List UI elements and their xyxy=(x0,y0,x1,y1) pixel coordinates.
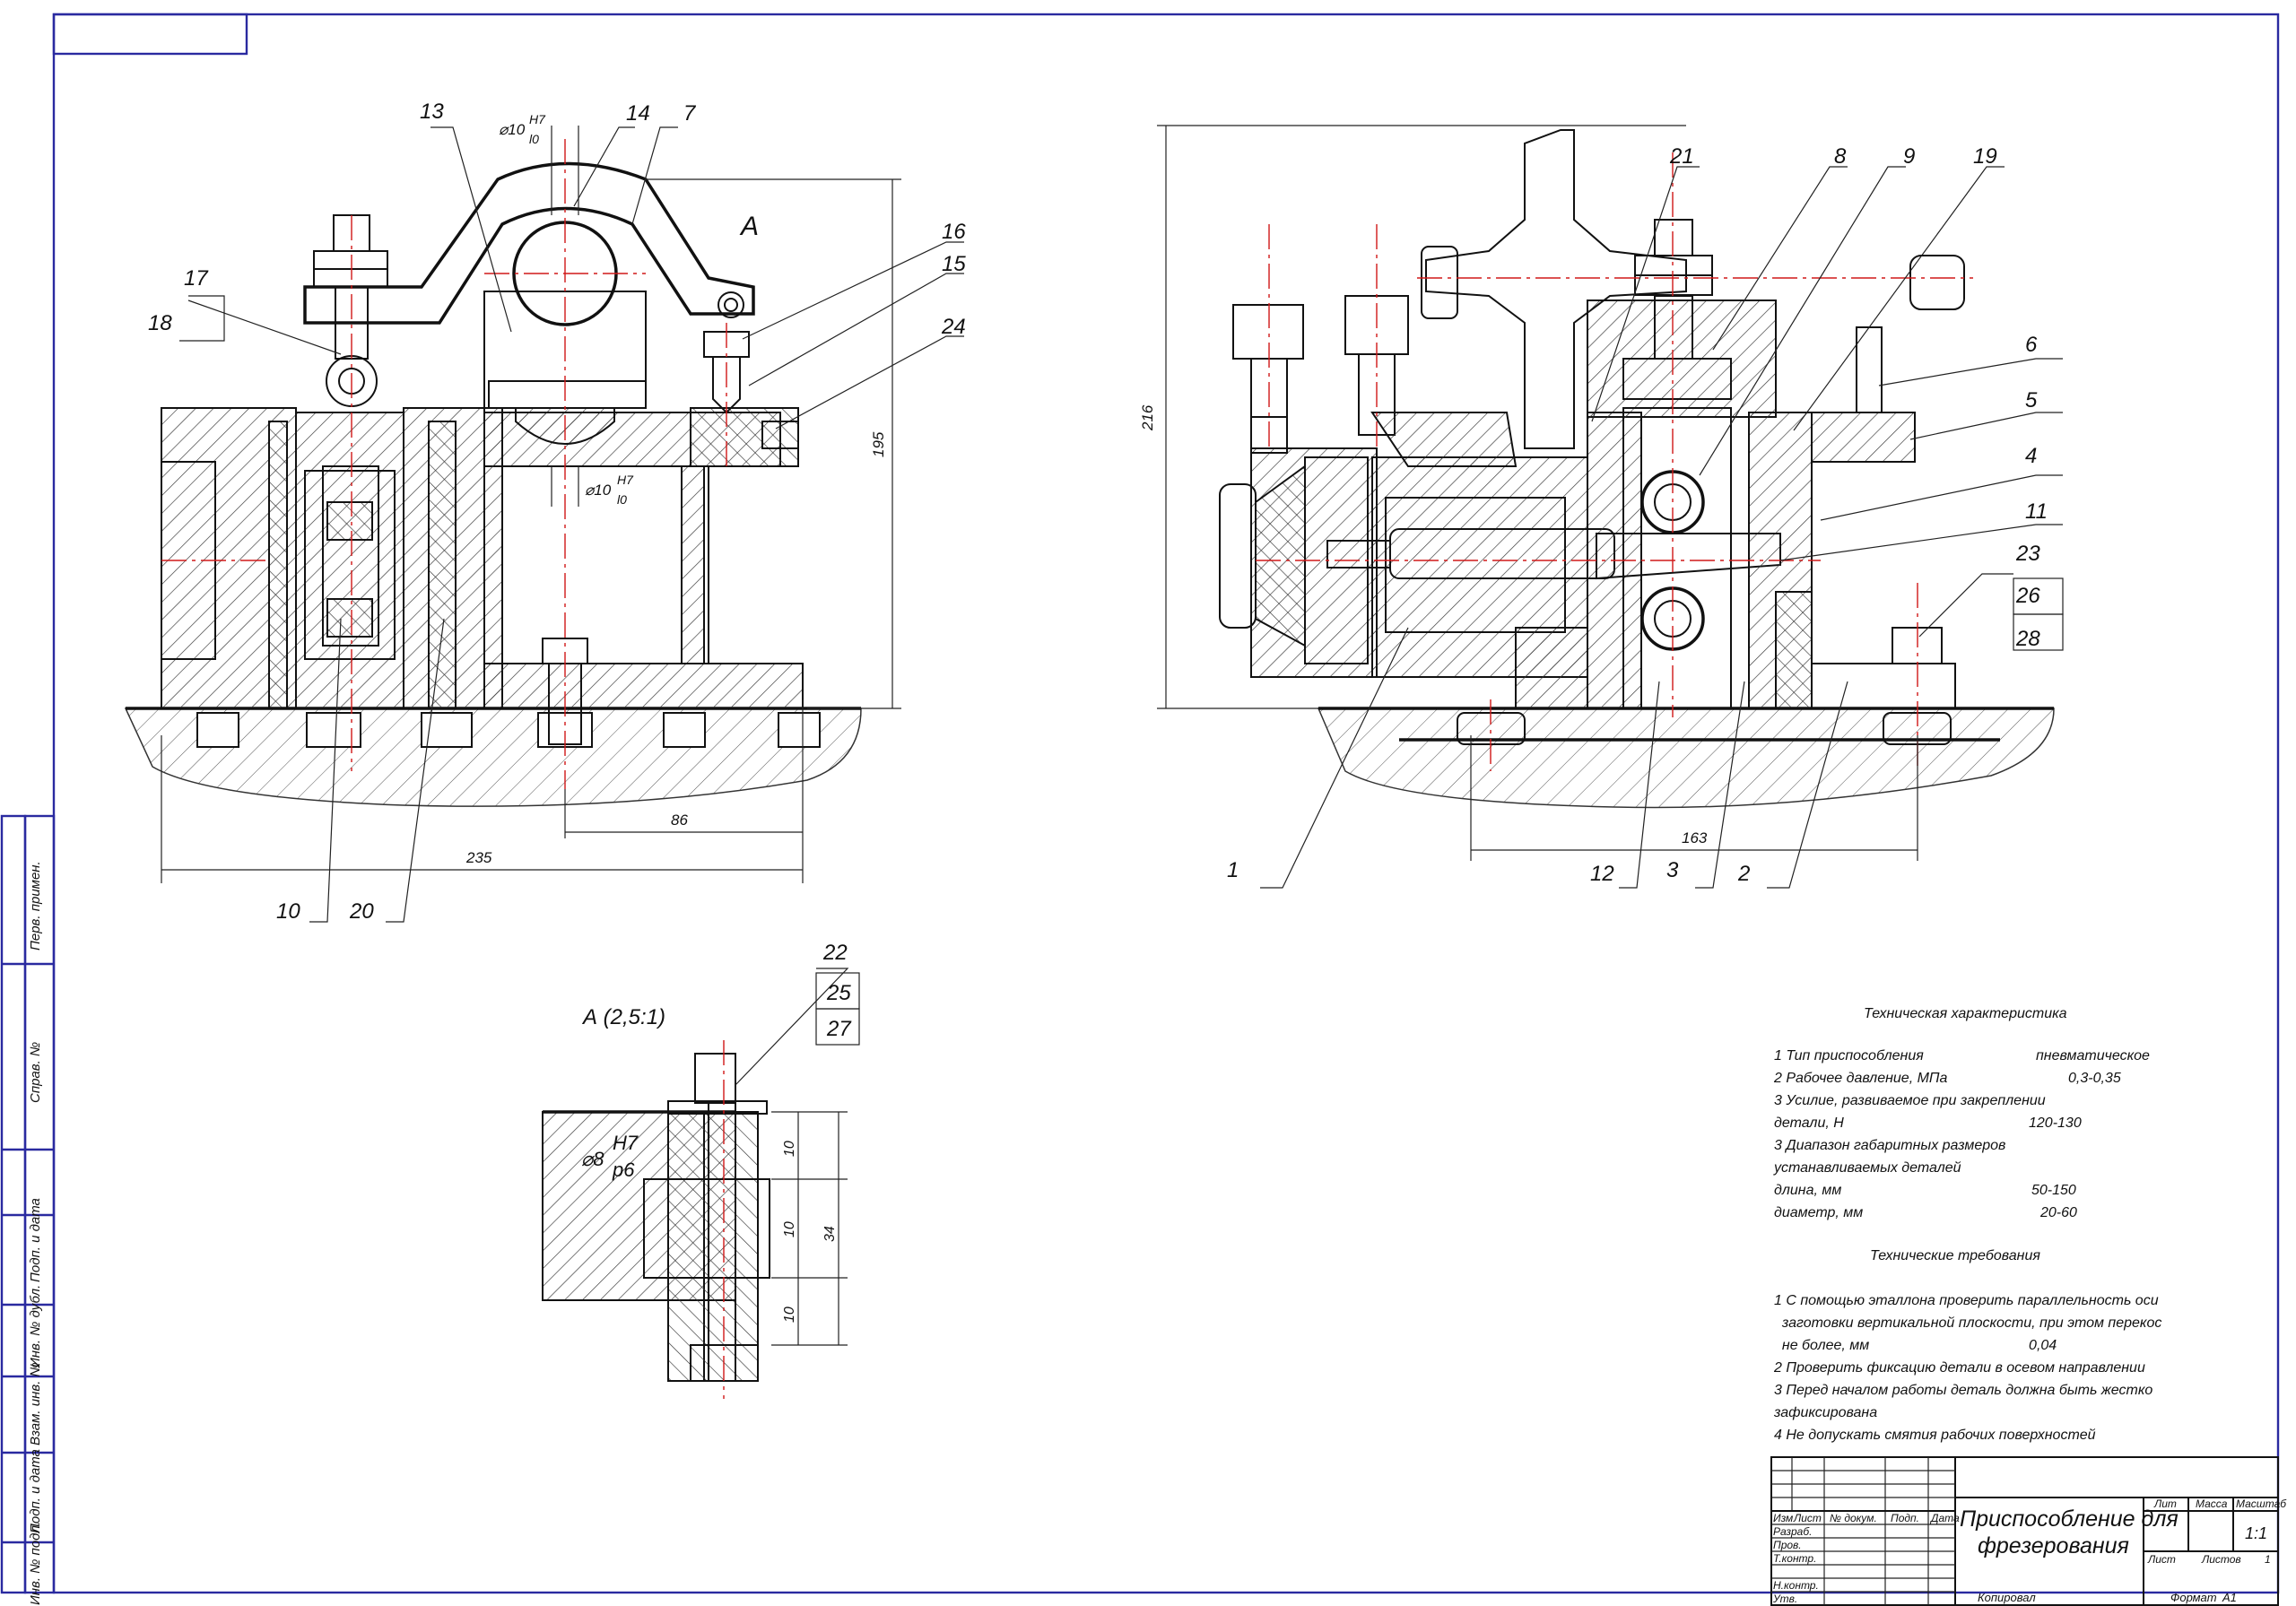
binding-label: Подп. и дата xyxy=(28,1449,43,1533)
drawing-sheet: Перв. примен. Справ. № Подп. и дата Инв.… xyxy=(0,13,2280,1606)
right-view xyxy=(1157,125,2064,889)
corner-box xyxy=(52,13,248,56)
section-a xyxy=(542,968,860,1399)
binding-label: Инв. № дубл. xyxy=(28,1285,43,1367)
binding-labels: Перв. примен. Справ. № Подп. и дата Инв.… xyxy=(28,861,43,1605)
binding-label: Перв. примен. xyxy=(28,861,43,951)
title-block xyxy=(1770,1456,2279,1606)
left-view xyxy=(124,126,964,923)
binding-label: Взам. инв. № xyxy=(28,1362,43,1445)
binding-label: Справ. № xyxy=(28,1042,43,1103)
binding-label: Подп. и дата xyxy=(28,1198,43,1282)
binding-label: Инв. № подл. xyxy=(28,1522,43,1605)
